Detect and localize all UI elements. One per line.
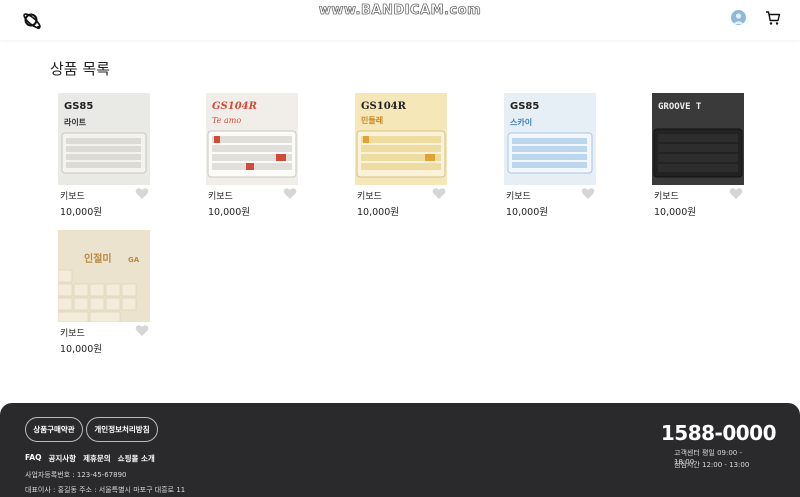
- product-card[interactable]: GS104R Te amo 키보드 10,000원: [206, 93, 326, 218]
- product-price: 10,000원: [208, 207, 250, 218]
- product-price: 10,000원: [357, 207, 399, 218]
- svg-text:인절미: 인절미: [84, 252, 112, 265]
- product-card[interactable]: GS104R 민들레 키보드 10,000원: [355, 93, 475, 218]
- product-name[interactable]: 키보드: [357, 189, 382, 202]
- terms-button[interactable]: 상품구매약관: [25, 417, 83, 442]
- svg-text:GS85: GS85: [64, 101, 93, 112]
- product-name[interactable]: 키보드: [506, 189, 531, 202]
- svg-text:GS104R: GS104R: [361, 101, 407, 112]
- svg-text:스카이: 스카이: [510, 117, 532, 127]
- heart-icon[interactable]: [581, 187, 595, 200]
- watermark: www.BANDICAM.com: [318, 3, 482, 19]
- product-image[interactable]: GS85 스카이: [504, 93, 596, 185]
- product-card[interactable]: 인절미 GA 키보드 10,000원: [58, 230, 178, 355]
- user-avatar-icon[interactable]: [731, 10, 746, 25]
- product-name[interactable]: 키보드: [60, 326, 85, 339]
- company-address: 대표이사 : 홍길동 주소 : 서울특별시 마포구 대흥로 11: [25, 486, 186, 494]
- footer-link-faq[interactable]: FAQ: [25, 453, 41, 464]
- svg-text:Te amo: Te amo: [212, 116, 241, 125]
- shopping-cart-icon[interactable]: [765, 10, 781, 26]
- page-title: 상품 목록: [50, 60, 110, 78]
- footer-link-about[interactable]: 쇼핑몰 소개: [118, 453, 155, 464]
- product-name[interactable]: 키보드: [654, 189, 679, 202]
- heart-icon[interactable]: [729, 187, 743, 200]
- product-price: 10,000원: [60, 207, 102, 218]
- privacy-policy-button[interactable]: 개인정보처리방침: [86, 417, 158, 442]
- cs-hours-lunch: 점심시간 12:00 - 13:00: [674, 461, 750, 469]
- product-image[interactable]: 인절미 GA: [58, 230, 150, 322]
- heart-icon[interactable]: [432, 187, 446, 200]
- svg-text:GROOVE T: GROOVE T: [658, 102, 702, 112]
- heart-icon[interactable]: [135, 187, 149, 200]
- product-image[interactable]: GS104R 민들레: [355, 93, 447, 185]
- svg-text:GA: GA: [128, 256, 140, 264]
- business-number: 사업자등록번호 : 123-45-67890: [25, 471, 127, 479]
- product-card[interactable]: GS85 스카이 키보드 10,000원: [504, 93, 624, 218]
- heart-icon[interactable]: [135, 324, 149, 337]
- product-name[interactable]: 키보드: [60, 189, 85, 202]
- top-header: www.BANDICAM.com: [0, 0, 800, 40]
- product-card[interactable]: GROOVE T 키보드 10,000원: [652, 93, 772, 218]
- product-price: 10,000원: [60, 344, 102, 355]
- customer-phone: 1588-0000: [660, 421, 777, 445]
- product-card[interactable]: GS85 라이트 키보드 10,000원: [58, 93, 178, 218]
- svg-text:GS104R: GS104R: [212, 101, 257, 112]
- svg-text:GS85: GS85: [510, 101, 539, 112]
- product-price: 10,000원: [506, 207, 548, 218]
- footer-link-partnership[interactable]: 제휴문의: [83, 453, 111, 464]
- product-image[interactable]: GS85 라이트: [58, 93, 150, 185]
- svg-text:라이트: 라이트: [64, 117, 87, 127]
- svg-text:민들레: 민들레: [361, 115, 383, 125]
- heart-icon[interactable]: [283, 187, 297, 200]
- product-name[interactable]: 키보드: [208, 189, 233, 202]
- product-price: 10,000원: [654, 207, 696, 218]
- footer-nav: FAQ 공지사항 제휴문의 쇼핑몰 소개: [25, 453, 155, 464]
- product-image[interactable]: GS104R Te amo: [206, 93, 298, 185]
- footer-link-notice[interactable]: 공지사항: [48, 453, 76, 464]
- product-image[interactable]: GROOVE T: [652, 93, 744, 185]
- footer: 상품구매약관 개인정보처리방침 FAQ 공지사항 제휴문의 쇼핑몰 소개 사업자…: [0, 403, 800, 497]
